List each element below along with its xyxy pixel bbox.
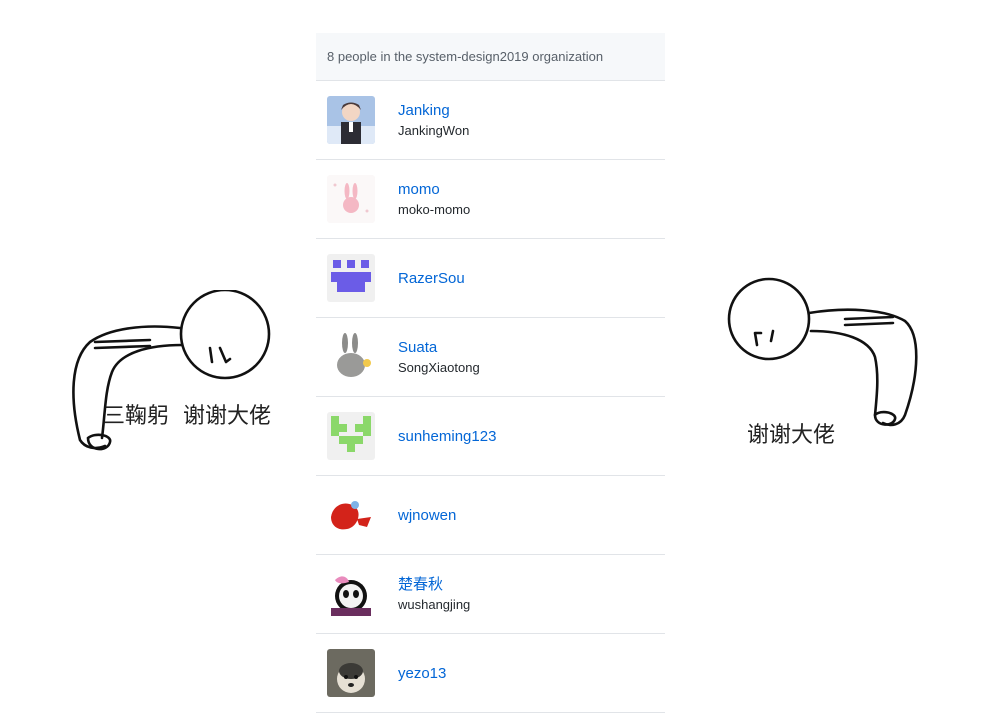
member-row[interactable]: 楚春秋 wushangjing <box>316 555 665 634</box>
avatar[interactable] <box>327 412 375 460</box>
member-login: SongXiaotong <box>398 360 480 375</box>
bowing-figure-drawing <box>727 277 918 427</box>
member-row[interactable]: yezo13 <box>316 634 665 713</box>
members-count-header: 8 people in the system-design2019 organi… <box>316 33 665 81</box>
member-row[interactable]: momo moko-momo <box>316 160 665 239</box>
member-display-name[interactable]: Suata <box>398 338 480 358</box>
member-display-name[interactable]: 楚春秋 <box>398 575 470 595</box>
member-display-name[interactable]: momo <box>398 180 470 200</box>
avatar[interactable] <box>327 254 375 302</box>
member-row[interactable]: Janking JankingWon <box>316 81 665 160</box>
member-display-name[interactable]: wjnowen <box>398 506 456 526</box>
right-bowing-figure: 谢谢大佬 <box>725 275 925 448</box>
avatar[interactable] <box>327 491 375 539</box>
member-row[interactable]: RazerSou <box>316 239 665 318</box>
left-sticker-caption: 三鞠躬 谢谢大佬 <box>103 404 271 429</box>
right-sticker-caption: 谢谢大佬 <box>747 423 836 448</box>
member-display-name[interactable]: RazerSou <box>398 269 465 289</box>
member-login: moko-momo <box>398 202 471 217</box>
avatar[interactable] <box>327 570 375 618</box>
avatar[interactable] <box>327 649 375 697</box>
bowing-figure-drawing <box>72 288 271 451</box>
member-row[interactable]: Suata SongXiaotong <box>316 318 665 397</box>
member-display-name[interactable]: sunheming123 <box>398 427 496 447</box>
avatar[interactable] <box>327 175 375 223</box>
member-row[interactable]: wjnowen <box>316 476 665 555</box>
avatar[interactable] <box>327 96 375 144</box>
member-display-name[interactable]: yezo13 <box>398 664 446 684</box>
member-login: wushangjing <box>398 597 471 612</box>
member-row[interactable]: sunheming123 <box>316 397 665 476</box>
left-bowing-figure: 三鞠躬 谢谢大佬 <box>50 288 290 460</box>
org-members-panel: 8 people in the system-design2019 organi… <box>316 33 665 713</box>
member-display-name[interactable]: Janking <box>398 101 469 121</box>
avatar[interactable] <box>327 333 375 381</box>
member-login: JankingWon <box>398 123 470 138</box>
